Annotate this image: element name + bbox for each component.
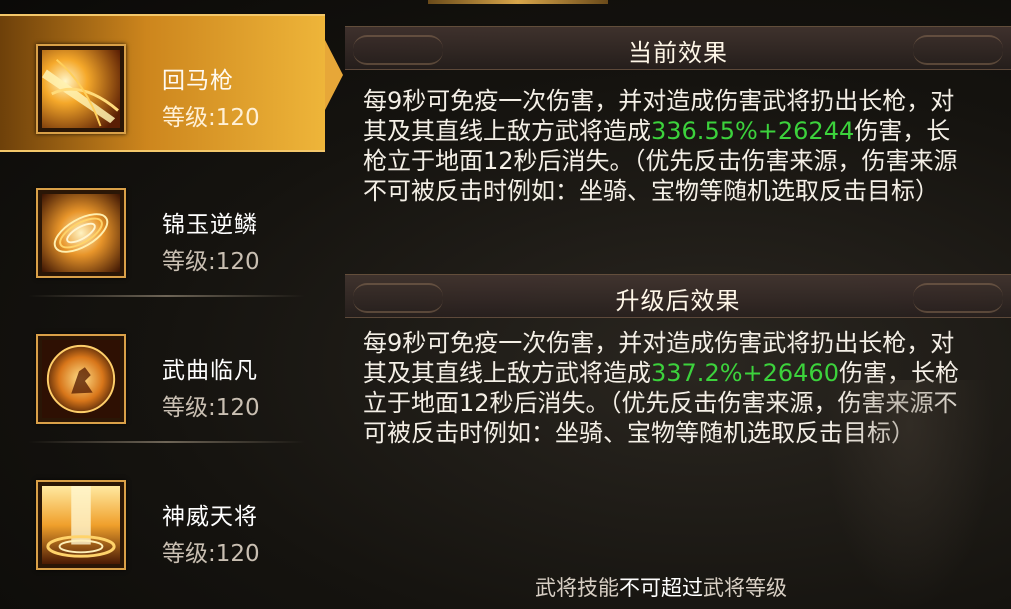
- spear-strike-icon: [36, 44, 126, 134]
- skill-level: 等级:120: [162, 395, 260, 421]
- skill-item-wuqulinfan[interactable]: 武曲临凡 等级:120: [0, 306, 325, 443]
- skill-item-jinyunilin[interactable]: 锦玉逆鳞 等级:120: [0, 160, 325, 297]
- background-arch: [825, 380, 995, 609]
- skill-name: 武曲临凡: [162, 358, 258, 384]
- damage-value: 336.55%+26244: [651, 117, 855, 145]
- skill-list: 回马枪 等级:120 锦玉逆鳞 等级:120 武曲临凡 等级:120 神威天将 …: [0, 0, 343, 609]
- upgrade-effect-header: 升级后效果: [345, 274, 1011, 318]
- selection-arrow-icon: [325, 40, 343, 110]
- note-text: 武将技能: [535, 576, 619, 600]
- divider: [28, 295, 305, 297]
- skill-item-huimaqiang[interactable]: 回马枪 等级:120: [0, 14, 325, 152]
- heavenly-pillar-icon: [36, 480, 126, 570]
- current-effect-header: 当前效果: [345, 26, 1011, 70]
- skill-level: 等级:120: [162, 541, 260, 567]
- note-emphasis: 不可超过: [619, 576, 703, 600]
- level-limit-note: 武将技能不可超过武将等级: [535, 572, 787, 602]
- damage-value: 337.2%+26460: [651, 359, 839, 387]
- golden-vortex-icon: [36, 188, 126, 278]
- skill-name: 回马枪: [162, 68, 234, 94]
- skill-detail-panel: 当前效果 每9秒可免疫一次伤害，并对造成伤害武将扔出长枪，对其及其直线上敌方武将…: [345, 0, 1011, 609]
- skill-item-shenweitianjiang[interactable]: 神威天将 等级:120: [0, 452, 325, 586]
- upgrade-effect-title: 升级后效果: [615, 287, 741, 315]
- skill-level: 等级:120: [162, 249, 260, 275]
- current-effect-description: 每9秒可免疫一次伤害，并对造成伤害武将扔出长枪，对其及其直线上敌方武将造成336…: [363, 86, 963, 206]
- current-effect-title: 当前效果: [628, 39, 728, 67]
- warrior-orb-icon: [36, 334, 126, 424]
- skill-name: 神威天将: [162, 504, 258, 530]
- note-text: 武将等级: [703, 576, 787, 600]
- skill-name: 锦玉逆鳞: [162, 212, 258, 238]
- divider: [28, 441, 305, 443]
- skill-level: 等级:120: [162, 105, 260, 131]
